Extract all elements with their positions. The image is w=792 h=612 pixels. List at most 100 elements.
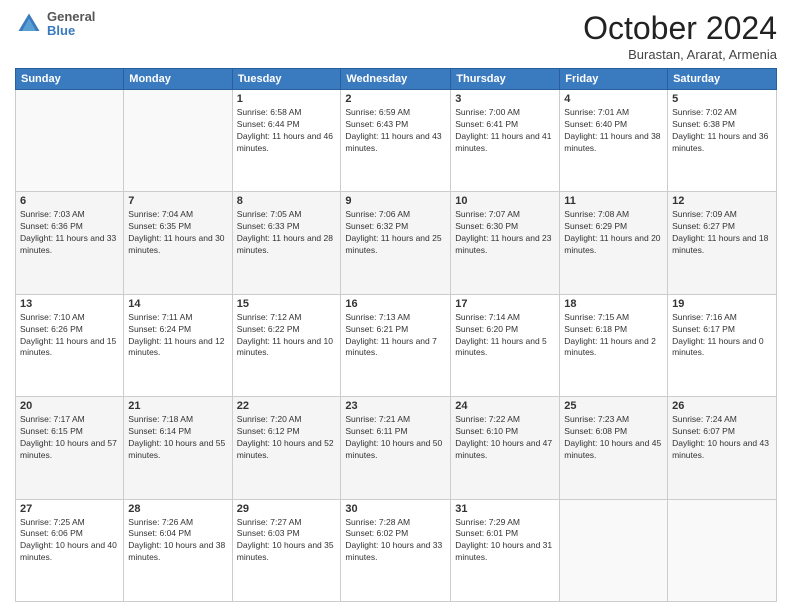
day-number: 25 <box>564 400 663 412</box>
calendar-cell: 5Sunrise: 7:02 AM Sunset: 6:38 PM Daylig… <box>668 90 777 192</box>
calendar-cell: 26Sunrise: 7:24 AM Sunset: 6:07 PM Dayli… <box>668 397 777 499</box>
calendar-header-friday: Friday <box>560 69 668 90</box>
calendar-cell: 2 Sunrise: 6:59 AM Sunset: 6:43 PM Daylig… <box>341 90 451 192</box>
calendar-cell: 18 Sunrise: 7:15 AM Sunset: 6:18 PM Dayli… <box>560 294 668 396</box>
calendar-cell: 12 Sunrise: 7:09 AM Sunset: 6:27 PM Dayli… <box>668 192 777 294</box>
day-info: Sunrise: 7:21 AM Sunset: 6:11 PM Dayligh… <box>345 414 446 462</box>
calendar-cell: 15 Sunrise: 7:12 AM Sunset: 6:22 PM Dayli… <box>232 294 341 396</box>
day-info: Sunrise: 7:14 AM Sunset: 6:20 PM Dayligh… <box>455 312 555 360</box>
day-number: 13 <box>20 298 119 310</box>
logo-icon <box>15 10 43 38</box>
calendar-header-sunday: Sunday <box>16 69 124 90</box>
calendar-week-row: 13 Sunrise: 7:10 AM Sunset: 6:26 PM Dayli… <box>16 294 777 396</box>
calendar-cell: 28 Sunrise: 7:26 AM Sunset: 6:04 PM Dayli… <box>124 499 232 601</box>
day-number: 18 <box>564 298 663 310</box>
day-info: Sunrise: 7:27 AM Sunset: 6:03 PM Dayligh… <box>237 517 337 565</box>
day-info: Sunrise: 7:06 AM Sunset: 6:32 PM Dayligh… <box>345 209 446 257</box>
calendar-header-saturday: Saturday <box>668 69 777 90</box>
day-number: 2 <box>345 93 446 105</box>
day-number: 23 <box>345 400 446 412</box>
calendar-cell: 9 Sunrise: 7:06 AM Sunset: 6:32 PM Daylig… <box>341 192 451 294</box>
calendar-cell: 29Sunrise: 7:27 AM Sunset: 6:03 PM Dayli… <box>232 499 341 601</box>
day-number: 31 <box>455 503 555 515</box>
calendar-cell: 16 Sunrise: 7:13 AM Sunset: 6:21 PM Dayli… <box>341 294 451 396</box>
day-info: Sunrise: 7:18 AM Sunset: 6:14 PM Dayligh… <box>128 414 227 462</box>
day-number: 4 <box>564 93 663 105</box>
day-info: Sunrise: 7:15 AM Sunset: 6:18 PM Dayligh… <box>564 312 663 360</box>
title-area: October 2024 Burastan, Ararat, Armenia <box>583 10 777 62</box>
day-number: 27 <box>20 503 119 515</box>
day-info: Sunrise: 7:22 AM Sunset: 6:10 PM Dayligh… <box>455 414 555 462</box>
calendar-header-row: SundayMondayTuesdayWednesdayThursdayFrid… <box>16 69 777 90</box>
day-info: Sunrise: 7:13 AM Sunset: 6:21 PM Dayligh… <box>345 312 446 360</box>
calendar-week-row: 6 Sunrise: 7:03 AM Sunset: 6:36 PM Daylig… <box>16 192 777 294</box>
calendar-cell: 17Sunrise: 7:14 AM Sunset: 6:20 PM Dayli… <box>451 294 560 396</box>
day-number: 21 <box>128 400 227 412</box>
calendar-cell: 25 Sunrise: 7:23 AM Sunset: 6:08 PM Dayli… <box>560 397 668 499</box>
calendar-cell: 6 Sunrise: 7:03 AM Sunset: 6:36 PM Daylig… <box>16 192 124 294</box>
day-number: 19 <box>672 298 772 310</box>
day-number: 5 <box>672 93 772 105</box>
calendar-header-tuesday: Tuesday <box>232 69 341 90</box>
calendar-cell: 4Sunrise: 7:01 AM Sunset: 6:40 PM Daylig… <box>560 90 668 192</box>
day-number: 6 <box>20 195 119 207</box>
calendar-cell: 1Sunrise: 6:58 AM Sunset: 6:44 PM Daylig… <box>232 90 341 192</box>
calendar-cell <box>668 499 777 601</box>
day-info: Sunrise: 7:11 AM Sunset: 6:24 PM Dayligh… <box>128 312 227 360</box>
calendar-header-wednesday: Wednesday <box>341 69 451 90</box>
day-number: 11 <box>564 195 663 207</box>
day-number: 28 <box>128 503 227 515</box>
page: General Blue October 2024 Burastan, Arar… <box>0 0 792 612</box>
day-info: Sunrise: 7:12 AM Sunset: 6:22 PM Dayligh… <box>237 312 337 360</box>
day-number: 16 <box>345 298 446 310</box>
day-number: 14 <box>128 298 227 310</box>
day-info: Sunrise: 6:59 AM Sunset: 6:43 PM Dayligh… <box>345 107 446 155</box>
day-number: 30 <box>345 503 446 515</box>
day-number: 7 <box>128 195 227 207</box>
day-info: Sunrise: 6:58 AM Sunset: 6:44 PM Dayligh… <box>237 107 337 155</box>
day-number: 26 <box>672 400 772 412</box>
day-number: 20 <box>20 400 119 412</box>
day-info: Sunrise: 7:16 AM Sunset: 6:17 PM Dayligh… <box>672 312 772 360</box>
calendar-cell <box>124 90 232 192</box>
day-info: Sunrise: 7:10 AM Sunset: 6:26 PM Dayligh… <box>20 312 119 360</box>
day-info: Sunrise: 7:00 AM Sunset: 6:41 PM Dayligh… <box>455 107 555 155</box>
calendar-cell <box>16 90 124 192</box>
calendar-cell: 3 Sunrise: 7:00 AM Sunset: 6:41 PM Daylig… <box>451 90 560 192</box>
calendar-week-row: 27Sunrise: 7:25 AM Sunset: 6:06 PM Dayli… <box>16 499 777 601</box>
calendar-header-monday: Monday <box>124 69 232 90</box>
day-number: 15 <box>237 298 337 310</box>
month-title: October 2024 <box>583 10 777 47</box>
day-number: 9 <box>345 195 446 207</box>
calendar-cell: 31 Sunrise: 7:29 AM Sunset: 6:01 PM Dayli… <box>451 499 560 601</box>
day-info: Sunrise: 7:08 AM Sunset: 6:29 PM Dayligh… <box>564 209 663 257</box>
day-info: Sunrise: 7:23 AM Sunset: 6:08 PM Dayligh… <box>564 414 663 462</box>
calendar-cell: 8Sunrise: 7:05 AM Sunset: 6:33 PM Daylig… <box>232 192 341 294</box>
calendar-cell: 27Sunrise: 7:25 AM Sunset: 6:06 PM Dayli… <box>16 499 124 601</box>
day-number: 3 <box>455 93 555 105</box>
calendar-table: SundayMondayTuesdayWednesdayThursdayFrid… <box>15 68 777 602</box>
calendar-cell: 13 Sunrise: 7:10 AM Sunset: 6:26 PM Dayli… <box>16 294 124 396</box>
day-info: Sunrise: 7:26 AM Sunset: 6:04 PM Dayligh… <box>128 517 227 565</box>
day-info: Sunrise: 7:17 AM Sunset: 6:15 PM Dayligh… <box>20 414 119 462</box>
day-number: 24 <box>455 400 555 412</box>
calendar-cell: 23 Sunrise: 7:21 AM Sunset: 6:11 PM Dayli… <box>341 397 451 499</box>
calendar-cell: 20 Sunrise: 7:17 AM Sunset: 6:15 PM Dayli… <box>16 397 124 499</box>
day-info: Sunrise: 7:04 AM Sunset: 6:35 PM Dayligh… <box>128 209 227 257</box>
calendar-cell: 21 Sunrise: 7:18 AM Sunset: 6:14 PM Dayli… <box>124 397 232 499</box>
logo-text: General Blue <box>47 10 95 39</box>
day-info: Sunrise: 7:09 AM Sunset: 6:27 PM Dayligh… <box>672 209 772 257</box>
calendar-cell: 7 Sunrise: 7:04 AM Sunset: 6:35 PM Daylig… <box>124 192 232 294</box>
day-info: Sunrise: 7:29 AM Sunset: 6:01 PM Dayligh… <box>455 517 555 565</box>
day-number: 10 <box>455 195 555 207</box>
day-info: Sunrise: 7:03 AM Sunset: 6:36 PM Dayligh… <box>20 209 119 257</box>
calendar-cell: 10Sunrise: 7:07 AM Sunset: 6:30 PM Dayli… <box>451 192 560 294</box>
calendar-cell: 24 Sunrise: 7:22 AM Sunset: 6:10 PM Dayli… <box>451 397 560 499</box>
header: General Blue October 2024 Burastan, Arar… <box>15 10 777 62</box>
calendar-cell: 11 Sunrise: 7:08 AM Sunset: 6:29 PM Dayli… <box>560 192 668 294</box>
day-number: 12 <box>672 195 772 207</box>
subtitle: Burastan, Ararat, Armenia <box>583 47 777 62</box>
calendar-cell: 19 Sunrise: 7:16 AM Sunset: 6:17 PM Dayli… <box>668 294 777 396</box>
day-number: 22 <box>237 400 337 412</box>
logo: General Blue <box>15 10 95 39</box>
